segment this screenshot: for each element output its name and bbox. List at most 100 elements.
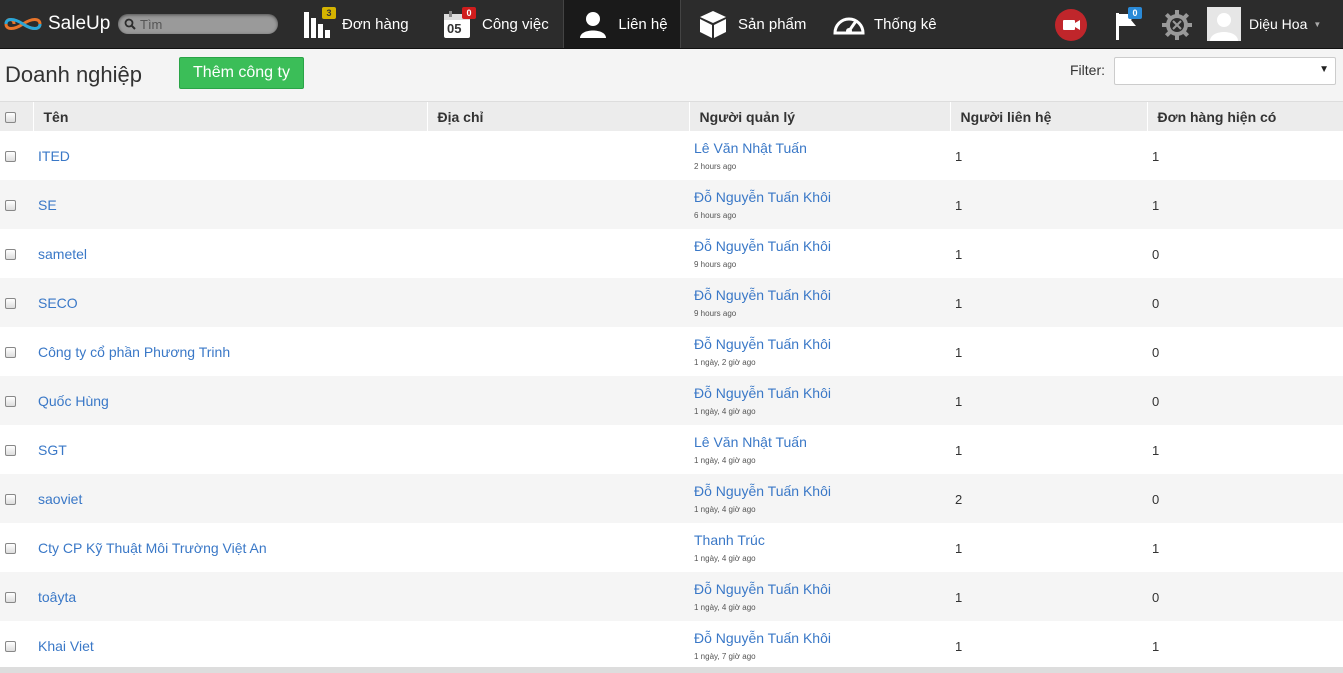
manager-link[interactable]: Đỗ Nguyễn Tuấn Khôi xyxy=(694,287,945,303)
company-name-link[interactable]: SGT xyxy=(38,442,67,458)
manager-cell: Đỗ Nguyễn Tuấn Khôi 1 ngày, 4 giờ ago xyxy=(689,474,950,523)
manager-link[interactable]: Đỗ Nguyễn Tuấn Khôi xyxy=(694,336,945,352)
nav-label-products: Sản phẩm xyxy=(738,15,807,33)
row-checkbox[interactable] xyxy=(5,298,16,310)
column-header-orders[interactable]: Đơn hàng hiện có xyxy=(1147,102,1343,131)
table-header-row: Tên Địa chỉ Người quản lý Người liên hệ … xyxy=(0,102,1343,131)
orders-count-cell: 0 xyxy=(1147,229,1343,278)
calendar-icon: 05 0 xyxy=(440,7,476,41)
contacts-count-cell: 1 xyxy=(950,278,1147,327)
video-call-button[interactable] xyxy=(1054,8,1088,42)
manager-link[interactable]: Đỗ Nguyễn Tuấn Khôi xyxy=(694,581,945,597)
address-cell xyxy=(427,131,689,180)
company-name-cell: SGT xyxy=(33,425,427,474)
settings-button[interactable] xyxy=(1160,8,1194,42)
company-name-cell: saoviet xyxy=(33,474,427,523)
row-checkbox[interactable] xyxy=(5,494,16,506)
notifications-button[interactable]: 0 xyxy=(1110,7,1144,42)
notifications-count-badge: 0 xyxy=(1128,7,1142,19)
avatar xyxy=(1207,7,1241,41)
manager-cell: Đỗ Nguyễn Tuấn Khôi 1 ngày, 7 giờ ago xyxy=(689,621,950,670)
manager-link[interactable]: Đỗ Nguyễn Tuấn Khôi xyxy=(694,385,945,401)
column-header-name[interactable]: Tên xyxy=(33,102,428,131)
search-box[interactable] xyxy=(118,14,278,34)
manager-cell: Đỗ Nguyễn Tuấn Khôi 1 ngày, 4 giờ ago xyxy=(689,572,950,621)
updated-time: 1 ngày, 4 giờ ago xyxy=(694,554,756,563)
table-row: SECO Đỗ Nguyễn Tuấn Khôi 9 hours ago 1 0 xyxy=(0,278,1343,327)
company-name-link[interactable]: Cty CP Kỹ Thuật Môi Trường Việt An xyxy=(38,540,267,556)
search-icon xyxy=(124,18,136,30)
row-checkbox[interactable] xyxy=(5,151,16,163)
column-header-address[interactable]: Địa chỉ xyxy=(427,102,690,131)
address-cell xyxy=(427,621,689,670)
manager-link[interactable]: Đỗ Nguyễn Tuấn Khôi xyxy=(694,238,945,254)
manager-link[interactable]: Thanh Trúc xyxy=(694,532,945,548)
contacts-count-cell: 1 xyxy=(950,131,1147,180)
company-name-link[interactable]: SE xyxy=(38,197,57,213)
address-cell xyxy=(427,376,689,425)
orders-count: 0 xyxy=(1152,393,1160,409)
row-checkbox[interactable] xyxy=(5,445,16,457)
company-name-link[interactable]: Khai Viet xyxy=(38,638,94,654)
orders-count: 0 xyxy=(1152,344,1160,360)
manager-link[interactable]: Đỗ Nguyễn Tuấn Khôi xyxy=(694,483,945,499)
row-checkbox[interactable] xyxy=(5,396,16,408)
orders-count-cell: 1 xyxy=(1147,523,1343,572)
company-name-link[interactable]: Công ty cổ phần Phương Trinh xyxy=(38,344,230,360)
row-select-cell xyxy=(0,474,33,523)
row-checkbox[interactable] xyxy=(5,200,16,212)
table-body: ITED Lê Văn Nhật Tuấn 2 hours ago 1 1 SE Đỗ Ng… xyxy=(0,131,1343,670)
top-navbar: SaleUp 3 Đơn hàng xyxy=(0,0,1343,49)
contacts-count-cell: 1 xyxy=(950,327,1147,376)
address-cell xyxy=(427,523,689,572)
manager-link[interactable]: Đỗ Nguyễn Tuấn Khôi xyxy=(694,189,945,205)
search-input[interactable] xyxy=(140,14,270,34)
manager-link[interactable]: Lê Văn Nhật Tuấn xyxy=(694,140,945,156)
row-select-cell xyxy=(0,327,33,376)
nav-item-statistics[interactable]: Thống kê xyxy=(832,0,937,48)
address-cell xyxy=(427,229,689,278)
dashboard-gauge-icon xyxy=(832,7,866,41)
updated-time: 1 ngày, 2 giờ ago xyxy=(694,358,756,367)
row-checkbox[interactable] xyxy=(5,347,16,359)
table-row: Công ty cổ phần Phương Trinh Đỗ Nguyễn Tu… xyxy=(0,327,1343,376)
table-row: SGT Lê Văn Nhật Tuấn 1 ngày, 4 giờ ago 1 1 xyxy=(0,425,1343,474)
updated-time: 6 hours ago xyxy=(694,211,737,220)
orders-bars-icon: 3 xyxy=(300,7,336,41)
column-header-manager[interactable]: Người quản lý xyxy=(689,102,951,131)
company-name-link[interactable]: Quốc Hùng xyxy=(38,393,109,409)
tasks-count-badge: 0 xyxy=(462,7,476,19)
table-row: Khai Viet Đỗ Nguyễn Tuấn Khôi 1 ngày, 7 gi… xyxy=(0,621,1343,670)
column-header-contacts[interactable]: Người liên hệ xyxy=(950,102,1148,131)
company-name-link[interactable]: sametel xyxy=(38,246,87,262)
nav-label-tasks: Công việc xyxy=(482,15,549,33)
add-company-button[interactable]: Thêm công ty xyxy=(179,57,304,89)
company-name-link[interactable]: toâyta xyxy=(38,589,76,605)
company-name-link[interactable]: saoviet xyxy=(38,491,82,507)
nav-item-tasks[interactable]: 05 0 Công việc xyxy=(440,0,549,48)
manager-link[interactable]: Đỗ Nguyễn Tuấn Khôi xyxy=(694,630,945,646)
filter-select[interactable]: ▼ xyxy=(1114,57,1336,85)
nav-item-orders[interactable]: 3 Đơn hàng xyxy=(300,0,409,48)
nav-label-orders: Đơn hàng xyxy=(342,15,409,33)
address-cell xyxy=(427,327,689,376)
row-checkbox[interactable] xyxy=(5,592,16,604)
row-checkbox[interactable] xyxy=(5,249,16,261)
company-name-link[interactable]: ITED xyxy=(38,148,70,164)
manager-link[interactable]: Lê Văn Nhật Tuấn xyxy=(694,434,945,450)
company-name-link[interactable]: SECO xyxy=(38,295,78,311)
nav-item-contacts[interactable]: Liên hệ xyxy=(563,0,681,48)
product-box-icon xyxy=(696,7,730,41)
row-checkbox[interactable] xyxy=(5,641,16,653)
app-logo[interactable]: SaleUp xyxy=(4,11,110,37)
row-checkbox[interactable] xyxy=(5,543,16,555)
orders-count: 1 xyxy=(1152,148,1160,164)
contacts-count: 1 xyxy=(955,393,963,409)
table-row: sametel Đỗ Nguyễn Tuấn Khôi 9 hours ago 1 0 xyxy=(0,229,1343,278)
orders-count: 1 xyxy=(1152,197,1160,213)
select-all-checkbox[interactable] xyxy=(5,112,16,124)
contacts-count-cell: 1 xyxy=(950,572,1147,621)
user-menu[interactable]: Diệu Hoa ▼ xyxy=(1207,7,1321,41)
updated-time: 1 ngày, 4 giờ ago xyxy=(694,407,756,416)
nav-item-products[interactable]: Sản phẩm xyxy=(696,0,806,48)
